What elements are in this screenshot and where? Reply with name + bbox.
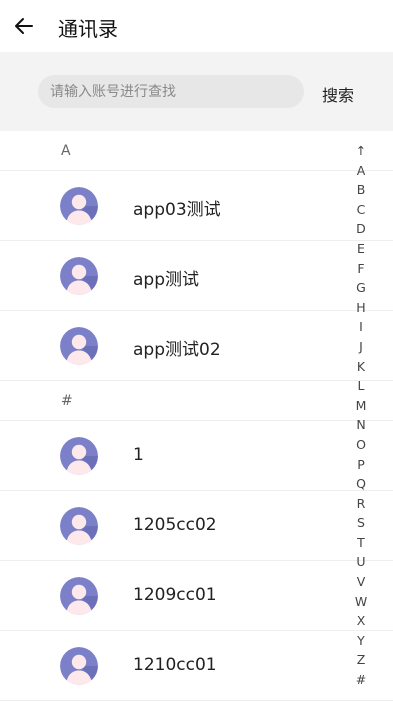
contact-name: app测试 [133,270,199,290]
index-letter[interactable]: Z [357,650,366,670]
index-letter[interactable]: Q [356,474,366,494]
avatar [60,257,98,295]
index-letter[interactable]: I [359,317,363,337]
index-letter[interactable]: E [357,239,365,259]
index-letter[interactable]: F [357,259,364,279]
arrow-left-icon [15,18,33,34]
alphabet-index[interactable]: ↑ A B C D E F G H I J K L M N O P Q R S T U V W X Y Z # [351,141,371,690]
index-letter[interactable]: W [355,592,367,612]
section-header: A [0,131,393,171]
section-header: # [0,381,393,421]
search-bar: 搜索 [0,52,393,131]
contact-row[interactable]: app测试02 [0,311,393,381]
contact-name: 1209cc01 [133,585,217,605]
index-letter[interactable]: J [359,337,363,357]
index-letter[interactable]: # [356,670,366,690]
index-letter[interactable]: L [358,376,365,396]
contact-list: Aapp03测试 app测试 app测试02 #1 1205cc02 1209cc01 12… [0,131,393,701]
index-letter[interactable]: S [357,513,365,533]
avatar [60,647,98,685]
default-avatar-icon [60,507,98,545]
avatar [60,327,98,365]
contact-row[interactable]: 1 [0,421,393,491]
index-letter[interactable]: B [357,180,366,200]
avatar [60,437,98,475]
index-letter[interactable]: Y [357,631,365,651]
index-letter[interactable]: D [356,219,366,239]
index-letter[interactable]: R [357,494,366,514]
contact-row[interactable]: app测试 [0,241,393,311]
index-letter[interactable]: K [357,357,365,377]
section-letter: # [61,393,73,409]
index-letter[interactable]: P [357,455,365,475]
index-letter[interactable]: A [357,161,366,181]
avatar [60,577,98,615]
default-avatar-icon [60,437,98,475]
contact-row[interactable]: 1210cc01 [0,631,393,701]
default-avatar-icon [60,647,98,685]
index-letter[interactable]: T [357,533,365,553]
contact-row[interactable]: 1209cc01 [0,561,393,631]
default-avatar-icon [60,257,98,295]
index-letter[interactable]: G [356,278,366,298]
index-letter[interactable]: ↑ [356,141,366,161]
index-letter[interactable]: V [357,572,366,592]
avatar [60,187,98,225]
contact-name: 1210cc01 [133,655,217,675]
avatar [60,507,98,545]
default-avatar-icon [60,187,98,225]
section-letter: A [61,143,71,159]
contact-row[interactable]: 1205cc02 [0,491,393,561]
contact-name: 1205cc02 [133,515,217,535]
index-letter[interactable]: M [356,396,367,416]
page-title: 通讯录 [58,17,118,41]
index-letter[interactable]: X [357,611,366,631]
index-letter[interactable]: N [356,415,365,435]
contact-row[interactable]: app03测试 [0,171,393,241]
search-button[interactable]: 搜索 [322,82,354,106]
default-avatar-icon [60,577,98,615]
contact-name: app测试02 [133,340,221,360]
index-letter[interactable]: C [357,200,366,220]
index-letter[interactable]: H [356,298,365,318]
app-header: 通讯录 [0,0,393,52]
search-input[interactable] [38,75,304,108]
index-letter[interactable]: O [356,435,366,455]
index-letter[interactable]: U [356,552,365,572]
back-button[interactable] [10,12,38,40]
contact-name: 1 [133,445,144,465]
default-avatar-icon [60,327,98,365]
contact-name: app03测试 [133,200,221,220]
